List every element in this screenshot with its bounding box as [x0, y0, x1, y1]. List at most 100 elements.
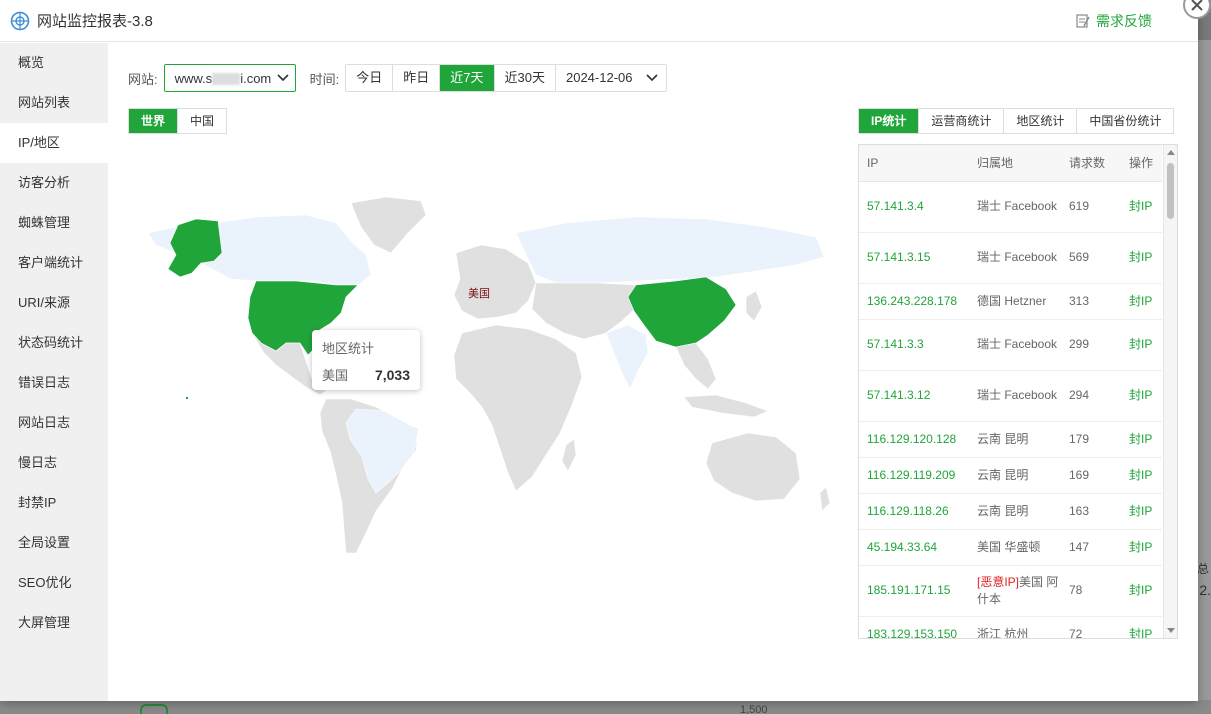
sidebar-item[interactable]: 全局设置 — [0, 523, 108, 563]
ip-cell: 136.243.228.178 — [859, 283, 969, 320]
sidebar: 概览 网站列表 IP/地区 访客分析 蜘蛛管理 客户端统计 URI/来源 状态码统计 错误日志网… — [0, 43, 108, 701]
location-cell: 浙江 杭州 — [969, 616, 1061, 638]
location-text: 美国 华盛顿 — [977, 539, 1041, 554]
sidebar-item[interactable]: 访客分析 — [0, 163, 108, 203]
sidebar-item[interactable]: 概览 — [0, 43, 108, 83]
monitor-logo-icon — [10, 11, 30, 30]
time-range-button[interactable]: 今日 — [346, 65, 394, 91]
sidebar-item[interactable]: 蜘蛛管理 — [0, 203, 108, 243]
table-header-cell: 操作 — [1121, 145, 1162, 182]
block-ip-button[interactable]: 封IP — [1121, 232, 1162, 284]
sidebar-item[interactable]: IP/地区 — [0, 123, 108, 163]
map-region-hawaii[interactable] — [186, 397, 188, 399]
map-region-se-asia[interactable] — [675, 342, 717, 390]
table-row: 57.141.3.4 瑞士 Facebook 619 封IP — [859, 181, 1162, 233]
feedback-button[interactable]: 需求反馈 — [1075, 11, 1152, 31]
scroll-down-icon[interactable] — [1167, 628, 1175, 633]
map-scope-tab[interactable]: 中国 — [178, 109, 227, 133]
location-cell: 云南 昆明 — [969, 493, 1061, 530]
chevron-down-icon — [646, 74, 658, 82]
map-region-japan[interactable] — [745, 290, 763, 322]
request-count-cell: 569 — [1061, 232, 1121, 284]
map-region-australia[interactable] — [705, 432, 801, 502]
table-scrollbar[interactable] — [1163, 145, 1177, 638]
sidebar-item[interactable]: 客户端统计 — [0, 243, 108, 283]
sidebar-item[interactable]: 错误日志 — [0, 363, 108, 403]
block-ip-button[interactable]: 封IP — [1121, 181, 1162, 233]
site-select[interactable]: www.s i.com — [163, 64, 296, 92]
stat-tab[interactable]: 中国省份统计 — [1077, 109, 1174, 133]
sidebar-item[interactable]: 状态码统计 — [0, 323, 108, 363]
stat-tab[interactable]: 地区统计 — [1004, 109, 1078, 133]
location-text: 瑞士 Facebook — [977, 250, 1058, 264]
backdrop-number: 1,500 — [740, 704, 768, 714]
sidebar-item[interactable]: 网站日志 — [0, 403, 108, 443]
map-region-greenland[interactable] — [350, 196, 427, 254]
date-value: 2024-12-06 — [565, 70, 633, 85]
request-count-cell: 169 — [1061, 457, 1121, 494]
edit-note-icon — [1076, 14, 1090, 28]
sidebar-item[interactable]: SEO优化 — [0, 563, 108, 603]
map-region-indonesia[interactable] — [683, 394, 769, 418]
map-region-madagascar[interactable] — [561, 438, 577, 472]
time-range-button[interactable]: 近30天 — [494, 65, 556, 91]
location-cell: 瑞士 Facebook — [969, 370, 1061, 422]
map-region-europe[interactable] — [453, 244, 537, 320]
map-region-africa[interactable] — [453, 324, 583, 492]
table-header-cell: 请求数 — [1061, 145, 1121, 182]
scroll-up-icon[interactable] — [1167, 150, 1175, 155]
stat-tab[interactable]: 运营商统计 — [919, 109, 1005, 133]
table-row: 116.129.119.209 云南 昆明 169 封IP — [859, 457, 1162, 494]
table-row: 136.243.228.178 德国 Hetzner 313 封IP — [859, 283, 1162, 320]
time-range-group: 今日 昨日 近7天 近30天 2024-12-06 — [345, 64, 667, 92]
sidebar-item[interactable]: URI/来源 — [0, 283, 108, 323]
map-scope-tab[interactable]: 世界 — [129, 109, 179, 133]
block-ip-button[interactable]: 封IP — [1121, 493, 1162, 530]
block-ip-button[interactable]: 封IP — [1121, 457, 1162, 494]
table-row: 57.141.3.12 瑞士 Facebook 294 封IP — [859, 370, 1162, 422]
sidebar-item[interactable]: 网站列表 — [0, 83, 108, 123]
block-ip-button[interactable]: 封IP — [1121, 565, 1162, 617]
ip-cell: 116.129.118.26 — [859, 493, 969, 530]
block-ip-button[interactable]: 封IP — [1121, 529, 1162, 566]
backdrop-text: 2. — [1199, 582, 1211, 598]
table-header-row: IP 归属地 请求数 操作 — [859, 145, 1162, 182]
location-text: 云南 昆明 — [977, 503, 1029, 518]
map-region-india[interactable] — [605, 324, 649, 390]
map-tooltip: 地区统计 美国 7,033 — [312, 330, 420, 390]
block-ip-button[interactable]: 封IP — [1121, 283, 1162, 320]
stat-tab[interactable]: IP统计 — [859, 109, 920, 133]
map-region-russia[interactable] — [515, 216, 825, 284]
location-cell: 美国 华盛顿 — [969, 529, 1061, 566]
table-row: 45.194.33.64 美国 华盛顿 147 封IP — [859, 529, 1162, 566]
location-text: 德国 Hetzner — [977, 293, 1047, 308]
time-range-button[interactable]: 近7天 — [440, 65, 495, 91]
sidebar-item[interactable]: 慢日志 — [0, 443, 108, 483]
tooltip-row: 美国 7,033 — [322, 365, 410, 384]
date-picker[interactable]: 2024-12-06 — [555, 65, 666, 91]
sidebar-item[interactable]: 大屏管理 — [0, 603, 108, 643]
table-row: 185.191.171.15 [恶意IP]美国 阿什本 78 封IP — [859, 565, 1162, 617]
request-count-cell: 163 — [1061, 493, 1121, 530]
sidebar-item[interactable]: 封禁IP — [0, 483, 108, 523]
block-ip-button[interactable]: 封IP — [1121, 421, 1162, 458]
site-select-value: www.s i.com — [174, 70, 272, 86]
block-ip-button[interactable]: 封IP — [1121, 370, 1162, 422]
ip-cell: 185.191.171.15 — [859, 565, 969, 617]
table-header-cell: 归属地 — [969, 145, 1061, 182]
block-ip-button[interactable]: 封IP — [1121, 616, 1162, 638]
block-ip-button[interactable]: 封IP — [1121, 319, 1162, 371]
ip-cell: 57.141.3.3 — [859, 319, 969, 371]
map-scope-toggle: 世界 中国 — [128, 108, 228, 134]
table-row: 183.129.153.150 浙江 杭州 72 封IP — [859, 616, 1162, 638]
backdrop-side — [1197, 40, 1211, 700]
tooltip-title: 地区统计 — [322, 341, 375, 356]
time-range-button[interactable]: 昨日 — [393, 65, 441, 91]
tooltip-region: 美国 — [322, 368, 349, 383]
request-count-cell: 313 — [1061, 283, 1121, 320]
location-cell: [恶意IP]美国 阿什本 — [969, 565, 1061, 617]
map-region-new-zealand[interactable] — [819, 486, 831, 512]
scroll-thumb[interactable] — [1167, 163, 1174, 219]
feedback-label: 需求反馈 — [1096, 13, 1152, 29]
shield-icon — [140, 704, 168, 714]
